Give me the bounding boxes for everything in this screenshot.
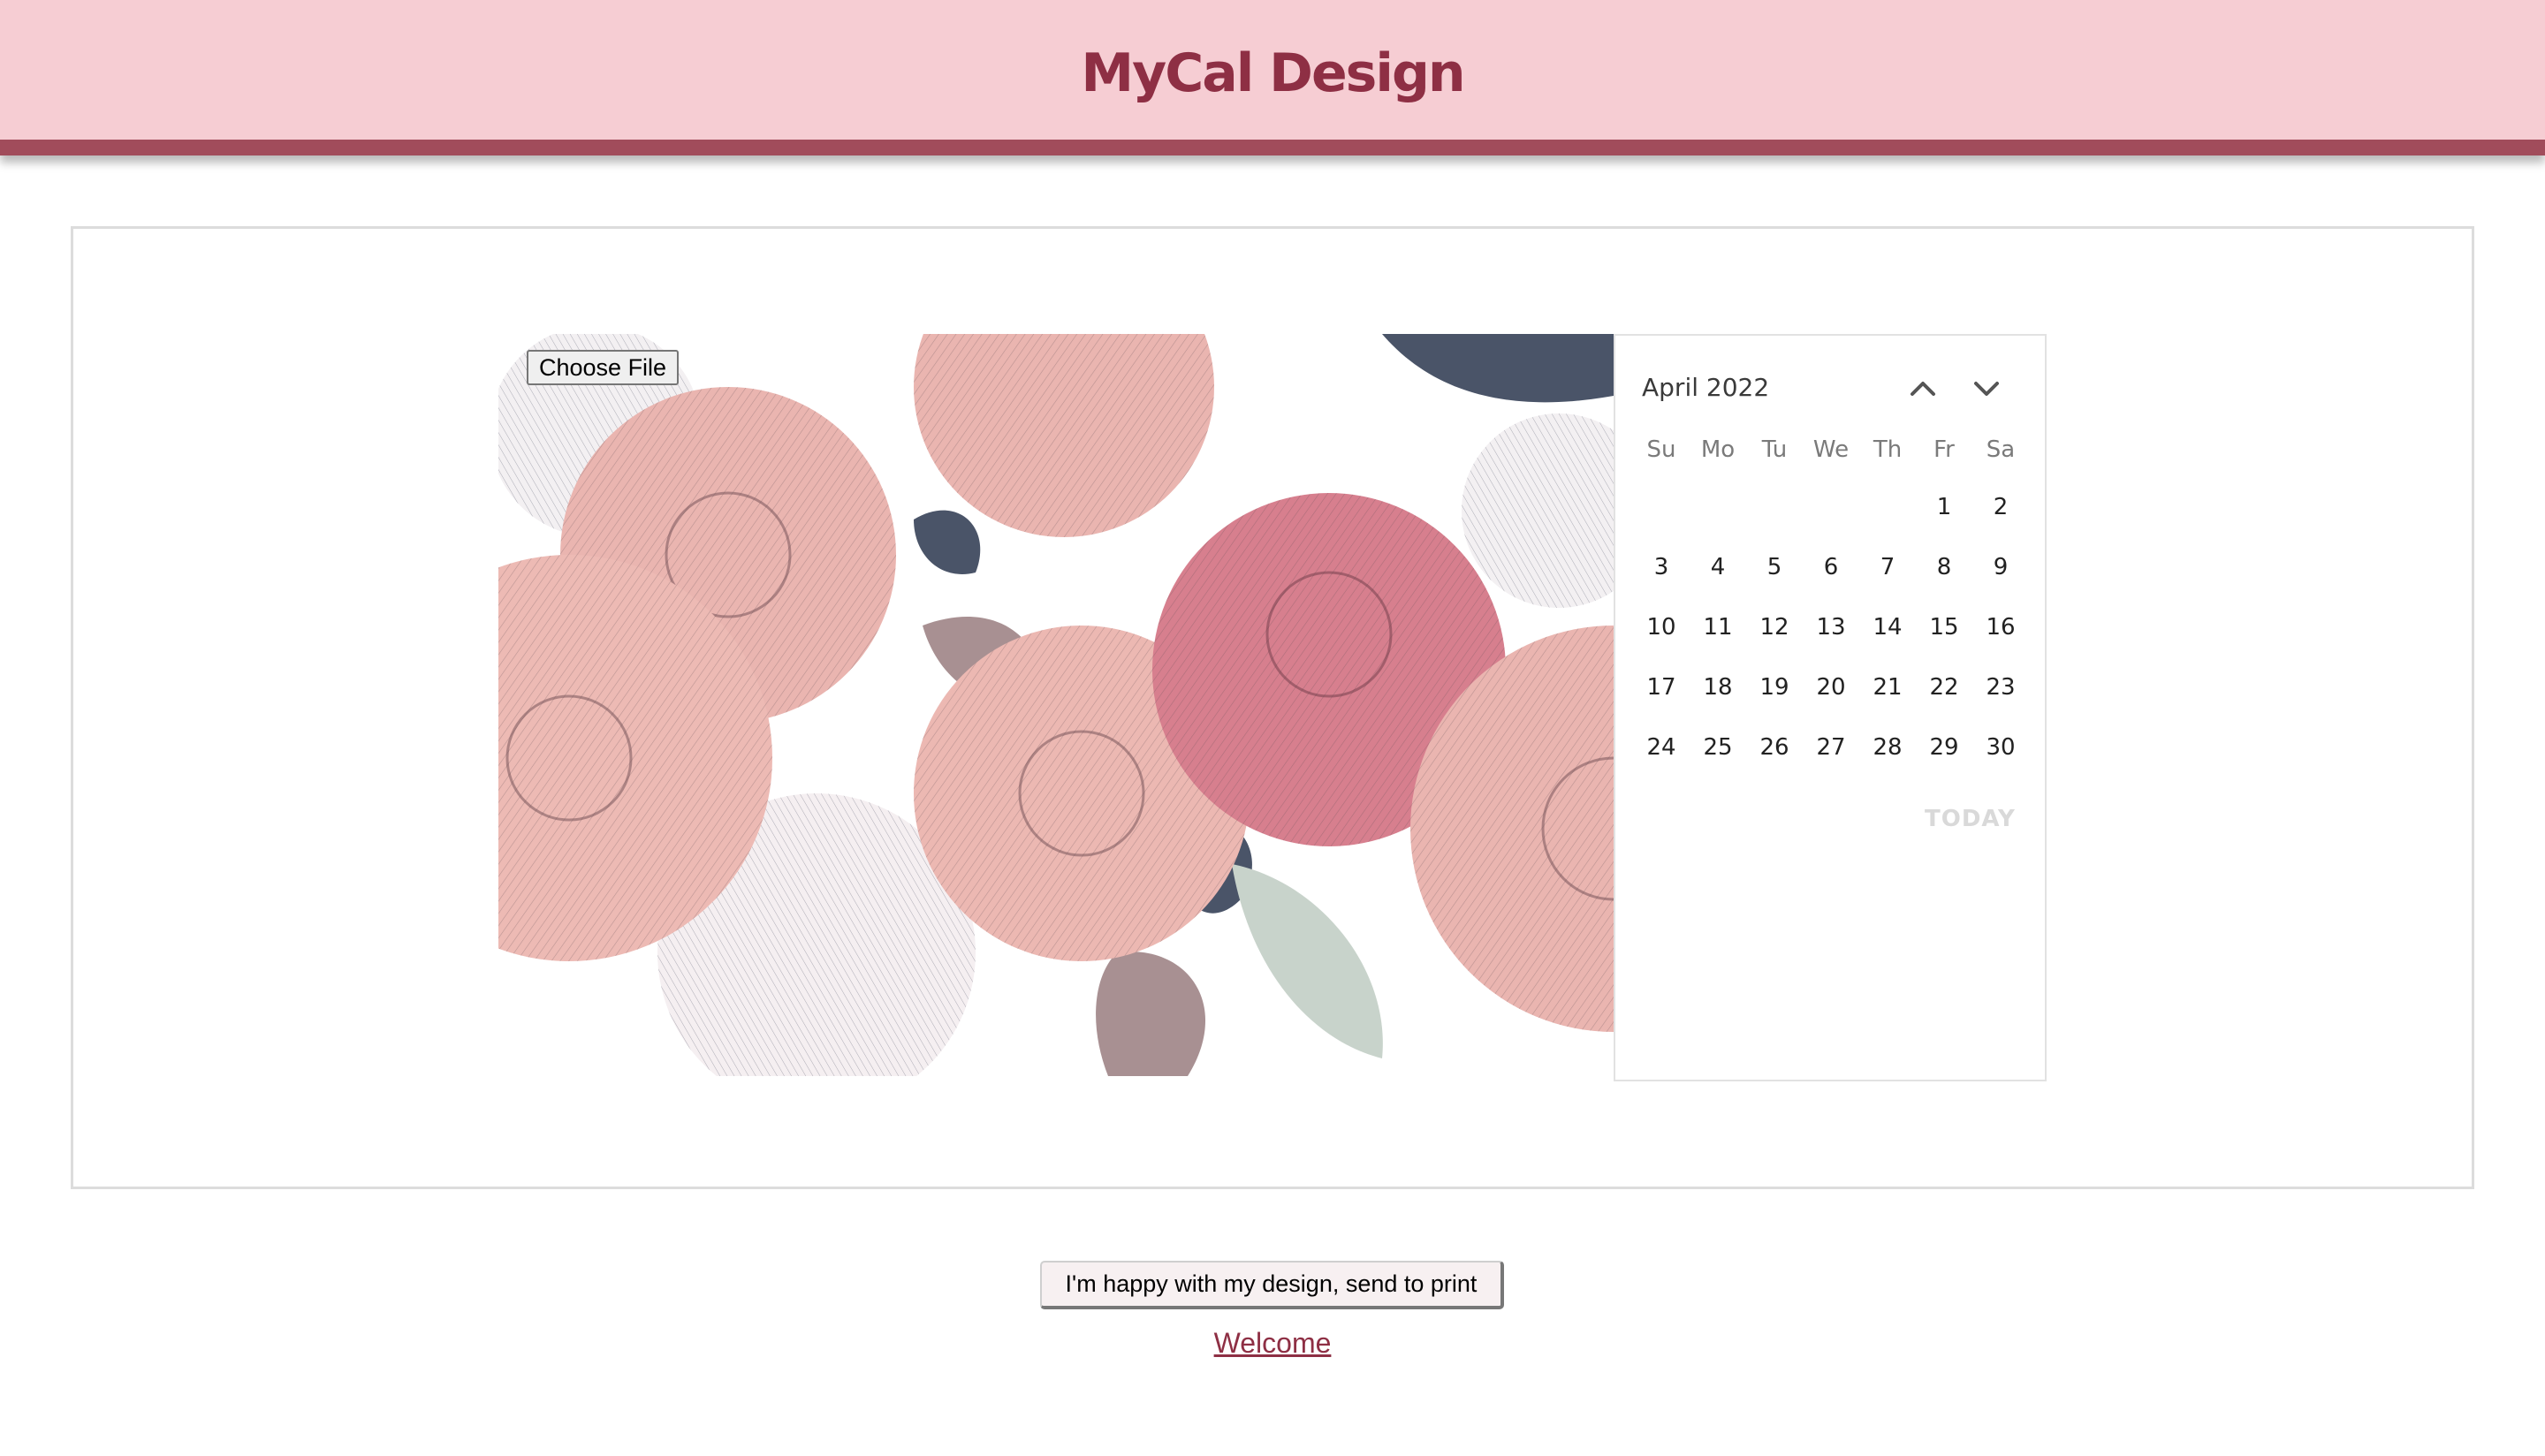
calendar-day[interactable]: 11 [1690, 604, 1746, 650]
chevron-up-icon [1911, 382, 1935, 396]
calendar-day[interactable]: 25 [1690, 724, 1746, 770]
calendar-day[interactable]: 12 [1746, 604, 1803, 650]
calendar-day[interactable]: 9 [1972, 544, 2029, 590]
calendar-day[interactable]: 30 [1972, 724, 2029, 770]
weekday-label: Fr [1933, 436, 1955, 463]
calendar-day[interactable]: 18 [1690, 664, 1746, 710]
weekday-label: Sa [1986, 436, 2016, 463]
calendar-day[interactable]: 24 [1633, 724, 1690, 770]
weekday-label: Th [1873, 436, 1903, 463]
previous-month-button[interactable] [1902, 368, 1944, 410]
welcome-link-container: Welcome [0, 1327, 2545, 1360]
calendar-day[interactable]: 15 [1916, 604, 1972, 650]
calendar-day[interactable]: 28 [1859, 724, 1916, 770]
calendar-day[interactable]: 20 [1803, 664, 1859, 710]
weekday-label: Mo [1700, 436, 1736, 463]
calendar-day[interactable]: 4 [1690, 544, 1746, 590]
chevron-down-icon [1974, 382, 1999, 396]
calendar-day[interactable]: 27 [1803, 724, 1859, 770]
calendar-day[interactable]: 16 [1972, 604, 2029, 650]
calendar-day[interactable]: 7 [1859, 544, 1916, 590]
welcome-link[interactable]: Welcome [1214, 1327, 1332, 1359]
weekday-label: We [1812, 436, 1850, 463]
weekday-label: Tu [1761, 436, 1788, 463]
page-title: MyCal Design [1081, 42, 1465, 104]
calendar-day[interactable]: 19 [1746, 664, 1803, 710]
calendar-day[interactable]: 17 [1633, 664, 1690, 710]
calendar-day[interactable]: 29 [1916, 724, 1972, 770]
calendar-day[interactable]: 8 [1916, 544, 1972, 590]
calendar-day[interactable]: 14 [1859, 604, 1916, 650]
today-button[interactable]: TODAY [1925, 806, 2016, 832]
calendar-day[interactable]: 5 [1746, 544, 1803, 590]
calendar-day[interactable]: 1 [1916, 484, 1972, 530]
calendar-image: Choose File [498, 334, 1614, 1076]
next-month-button[interactable] [1965, 368, 2008, 410]
calendar-day[interactable]: 10 [1633, 604, 1690, 650]
calendar-day[interactable]: 2 [1972, 484, 2029, 530]
calendar-widget: April 2022 Su Mo Tu We Th Fr Sa 1 2 3 4 … [1614, 334, 2047, 1081]
calendar-day[interactable]: 13 [1803, 604, 1859, 650]
calendar-day[interactable]: 6 [1803, 544, 1859, 590]
rose-pattern-image [498, 334, 1614, 1076]
header-bar: MyCal Design [0, 0, 2545, 155]
calendar-day[interactable]: 23 [1972, 664, 2029, 710]
choose-file-button[interactable]: Choose File [527, 350, 680, 385]
calendar-day[interactable]: 21 [1859, 664, 1916, 710]
calendar-day[interactable]: 22 [1916, 664, 1972, 710]
calendar-day[interactable]: 3 [1633, 544, 1690, 590]
weekday-label: Su [1646, 436, 1676, 463]
calendar-month-label: April 2022 [1642, 373, 1770, 402]
calendar-day[interactable]: 26 [1746, 724, 1803, 770]
send-to-print-button[interactable]: I'm happy with my design, send to print [1040, 1261, 1504, 1309]
